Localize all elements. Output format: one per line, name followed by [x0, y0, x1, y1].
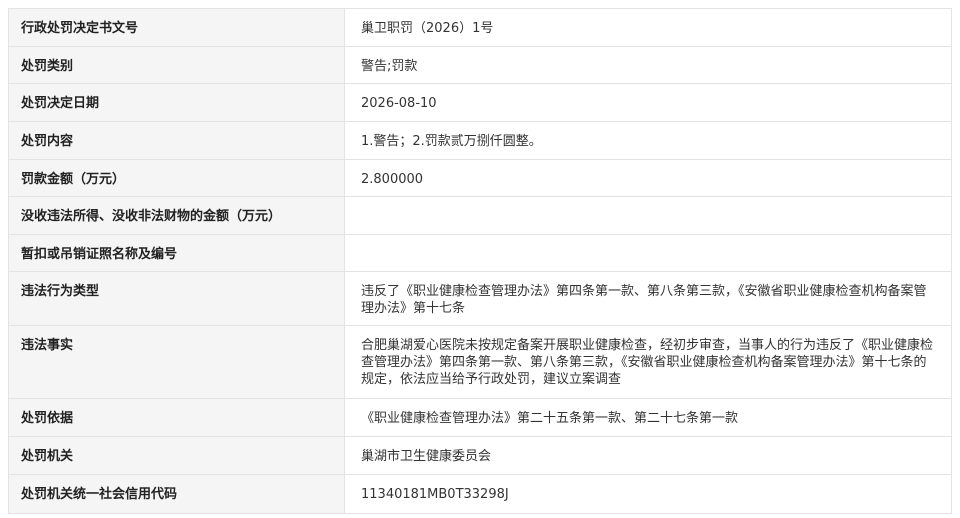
- fine-amount-label: 罚款金额（万元）: [8, 159, 345, 197]
- row-license-revocation: 暂扣或吊销证照名称及编号: [8, 234, 952, 272]
- penalty-basis-label: 处罚依据: [8, 398, 345, 437]
- row-penalty-basis: 处罚依据 《职业健康检查管理办法》第二十五条第一款、第二十七条第一款: [8, 398, 952, 437]
- penalty-basis-value: 《职业健康检查管理办法》第二十五条第一款、第二十七条第一款: [344, 398, 952, 437]
- row-penalty-content: 处罚内容 1.警告；2.罚款贰万捌仟圆整。: [8, 121, 952, 160]
- penalty-content-label: 处罚内容: [8, 121, 345, 160]
- row-violation-type: 违法行为类型 违反了《职业健康检查管理办法》第四条第一款、第八条第三款，《安徽省…: [8, 271, 952, 326]
- penalty-detail-table: 行政处罚决定书文号 巢卫职罚（2026）1号 处罚类别 警告;罚款 处罚决定日期…: [8, 8, 952, 514]
- penalty-authority-value: 巢湖市卫生健康委员会: [344, 436, 952, 475]
- row-fine-amount: 罚款金额（万元） 2.800000: [8, 159, 952, 197]
- violation-type-value: 违反了《职业健康检查管理办法》第四条第一款、第八条第三款，《安徽省职业健康检查机…: [344, 271, 952, 326]
- penalty-category-value: 警告;罚款: [344, 46, 952, 84]
- penalty-authority-label: 处罚机关: [8, 436, 345, 475]
- confiscation-amount-value: [344, 196, 952, 235]
- license-revocation-value: [344, 234, 952, 272]
- decision-number-label: 行政处罚决定书文号: [8, 8, 345, 47]
- decision-number-value: 巢卫职罚（2026）1号: [344, 8, 952, 47]
- license-revocation-label: 暂扣或吊销证照名称及编号: [8, 234, 345, 272]
- authority-credit-code-value: 11340181MB0T33298J: [344, 474, 952, 514]
- row-authority-credit-code: 处罚机关统一社会信用代码 11340181MB0T33298J: [8, 474, 952, 514]
- violation-type-label: 违法行为类型: [8, 271, 345, 326]
- confiscation-amount-label: 没收违法所得、没收非法财物的金额（万元）: [8, 196, 345, 235]
- row-decision-date: 处罚决定日期 2026-08-10: [8, 83, 952, 122]
- penalty-category-label: 处罚类别: [8, 46, 345, 84]
- fine-amount-value: 2.800000: [344, 159, 952, 197]
- decision-date-value: 2026-08-10: [344, 83, 952, 122]
- authority-credit-code-label: 处罚机关统一社会信用代码: [8, 474, 345, 514]
- violation-facts-value: 合肥巢湖爱心医院未按规定备案开展职业健康检查，经初步审查，当事人的行为违反了《职…: [344, 325, 952, 399]
- row-confiscation-amount: 没收违法所得、没收非法财物的金额（万元）: [8, 196, 952, 235]
- violation-facts-label: 违法事实: [8, 325, 345, 399]
- penalty-content-value: 1.警告；2.罚款贰万捌仟圆整。: [344, 121, 952, 160]
- decision-date-label: 处罚决定日期: [8, 83, 345, 122]
- row-penalty-authority: 处罚机关 巢湖市卫生健康委员会: [8, 436, 952, 475]
- row-violation-facts: 违法事实 合肥巢湖爱心医院未按规定备案开展职业健康检查，经初步审查，当事人的行为…: [8, 325, 952, 399]
- row-penalty-category: 处罚类别 警告;罚款: [8, 46, 952, 84]
- row-decision-number: 行政处罚决定书文号 巢卫职罚（2026）1号: [8, 8, 952, 47]
